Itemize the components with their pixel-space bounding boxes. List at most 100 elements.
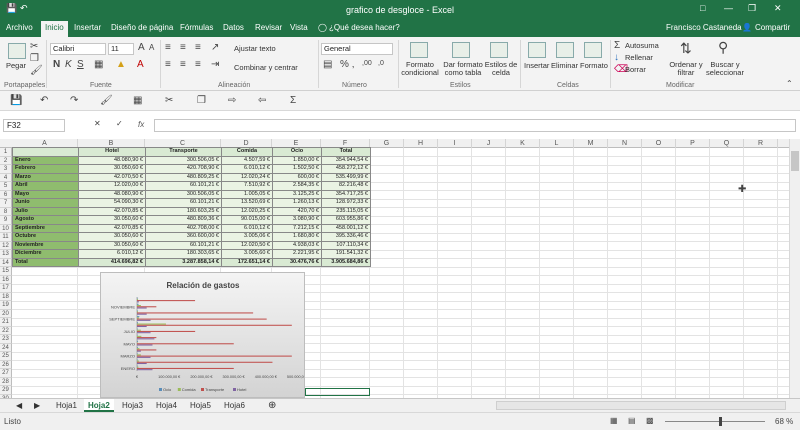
value-cell[interactable]: 12.020,24 € <box>221 172 273 182</box>
wrap-text-button[interactable]: Ajustar texto <box>234 44 276 53</box>
add-sheet-icon[interactable]: ⊕ <box>264 398 280 411</box>
value-cell[interactable]: 1.850,00 € <box>272 155 322 165</box>
sheet-tab-hoja2[interactable]: Hoja2 <box>84 399 114 412</box>
fx-icon[interactable]: fx <box>138 120 144 129</box>
vertical-scrollbar[interactable] <box>789 139 800 398</box>
value-cell[interactable]: 12.020,50 € <box>221 240 273 250</box>
value-cell[interactable]: 3.080,90 € <box>272 215 322 225</box>
tab-revisar[interactable]: Revisar <box>255 23 282 32</box>
indent-icon[interactable]: ⇥ <box>211 59 219 70</box>
value-cell[interactable]: 42.070,85 € <box>78 223 146 233</box>
row-header[interactable]: 10 <box>0 224 12 233</box>
row-header[interactable]: 26 <box>0 360 12 369</box>
row-header[interactable]: 28 <box>0 377 12 386</box>
row-header[interactable]: 15 <box>0 267 12 276</box>
row-header[interactable]: 5 <box>0 182 12 191</box>
page-break-icon[interactable]: ▩ <box>646 416 654 425</box>
value-cell[interactable]: 480.809,25 € <box>145 172 222 182</box>
tab-archivo[interactable]: Archivo <box>6 23 33 32</box>
underline-icon[interactable]: S <box>77 59 84 70</box>
autosum-button[interactable]: Autosuma <box>625 41 659 50</box>
row-header[interactable]: 11 <box>0 233 12 242</box>
table-header-cell[interactable] <box>12 147 79 157</box>
sheet-tab-hoja3[interactable]: Hoja3 <box>118 399 147 412</box>
paste-icon[interactable] <box>8 43 26 59</box>
save-icon[interactable]: 💾 <box>10 95 22 106</box>
zoom-thumb[interactable] <box>719 417 722 426</box>
row-header[interactable]: 25 <box>0 352 12 361</box>
row-header[interactable]: 17 <box>0 284 12 293</box>
column-header[interactable]: R <box>744 139 778 148</box>
value-cell[interactable]: 235.115,05 € <box>321 206 371 216</box>
month-cell[interactable]: Mayo <box>12 189 79 199</box>
zoom-slider[interactable] <box>665 421 765 422</box>
value-cell[interactable]: 535.499,99 € <box>321 172 371 182</box>
value-cell[interactable]: 354.717,25 € <box>321 189 371 199</box>
value-cell[interactable]: 420.708,90 € <box>145 164 222 174</box>
conditional-format-icon[interactable] <box>410 42 428 58</box>
value-cell[interactable]: 30.476,76 € <box>272 257 322 267</box>
copy-icon[interactable]: ❐ <box>197 95 206 106</box>
font-color-icon[interactable]: A <box>137 59 144 70</box>
month-cell[interactable]: Septiembre <box>12 223 79 233</box>
row-header[interactable]: 7 <box>0 199 12 208</box>
tab-diseno-pagina[interactable]: Diseño de página <box>111 23 173 32</box>
align-right-icon[interactable]: ≡ <box>195 59 201 70</box>
tab-insertar[interactable]: Insertar <box>74 23 101 32</box>
row-header[interactable]: 22 <box>0 326 12 335</box>
value-cell[interactable]: 1.260,13 € <box>272 198 322 208</box>
table-header-cell[interactable]: Hotel <box>78 147 146 157</box>
cut-icon[interactable]: ✂ <box>165 95 173 106</box>
sheet-next-icon[interactable]: ▶ <box>30 399 44 412</box>
delete-cells-icon[interactable] <box>556 42 574 58</box>
user-name[interactable]: Francisco Castaneda <box>666 23 742 32</box>
sum-icon[interactable]: Σ <box>290 95 296 106</box>
decrease-font-icon[interactable]: A <box>149 43 154 52</box>
column-header[interactable]: M <box>574 139 608 148</box>
value-cell[interactable]: 107.110,34 € <box>321 240 371 250</box>
value-cell[interactable]: 54.090,30 € <box>78 198 146 208</box>
value-cell[interactable]: 300.506,05 € <box>145 189 222 199</box>
find-icon[interactable]: ⚲ <box>718 39 728 56</box>
value-cell[interactable]: 3.005,60 € <box>221 249 273 259</box>
horizontal-scrollbar[interactable] <box>496 401 786 410</box>
column-header[interactable]: Q <box>710 139 744 148</box>
value-cell[interactable]: 4.507,59 € <box>221 155 273 165</box>
align-left-icon[interactable]: ≡ <box>165 59 171 70</box>
column-header[interactable]: O <box>642 139 676 148</box>
bold-icon[interactable]: N <box>53 59 60 70</box>
format-cells-icon[interactable] <box>584 42 602 58</box>
value-cell[interactable]: 6.010,12 € <box>221 164 273 174</box>
month-cell[interactable]: Total <box>12 257 79 267</box>
orientation-icon[interactable]: ↗ <box>211 42 219 53</box>
expenses-chart[interactable]: Relación de gastos ENERO MARZO MAYO JULIO SEP… <box>100 272 305 398</box>
value-cell[interactable]: 7.212,15 € <box>272 223 322 233</box>
value-cell[interactable]: 3.905.684,86 € <box>321 257 371 267</box>
value-cell[interactable]: 30.050,60 € <box>78 240 146 250</box>
formula-input[interactable] <box>154 119 796 132</box>
row-header[interactable]: 29 <box>0 386 12 395</box>
month-cell[interactable]: Julio <box>12 206 79 216</box>
decrease-decimal-icon[interactable]: ,0 <box>378 60 384 67</box>
value-cell[interactable]: 420,70 € <box>272 206 322 216</box>
collapse-ribbon-icon[interactable]: ⌃ <box>786 79 793 88</box>
row-header[interactable]: 3 <box>0 165 12 174</box>
name-box[interactable]: F32 <box>3 119 65 132</box>
percent-icon[interactable]: % <box>340 59 349 70</box>
page-layout-icon[interactable]: ▤ <box>628 416 636 425</box>
row-header[interactable]: 20 <box>0 309 12 318</box>
value-cell[interactable]: 60.101,21 € <box>145 240 222 250</box>
value-cell[interactable]: 600,00 € <box>272 172 322 182</box>
sort-filter-button[interactable]: Ordenar y filtrar <box>666 61 706 77</box>
value-cell[interactable]: 42.070,85 € <box>78 206 146 216</box>
row-header[interactable]: 1 <box>0 148 12 157</box>
value-cell[interactable]: 4.938,03 € <box>272 240 322 250</box>
value-cell[interactable]: 458.001,12 € <box>321 223 371 233</box>
sort-filter-icon[interactable]: ⇅ <box>680 40 692 57</box>
column-header[interactable]: N <box>608 139 642 148</box>
row-header[interactable]: 2 <box>0 156 12 165</box>
zoom-level[interactable]: 68 % <box>775 417 793 426</box>
sheet-tab-hoja5[interactable]: Hoja5 <box>186 399 215 412</box>
value-cell[interactable]: 414.696,82 € <box>78 257 146 267</box>
delete-cells-button[interactable]: Eliminar <box>551 61 578 70</box>
